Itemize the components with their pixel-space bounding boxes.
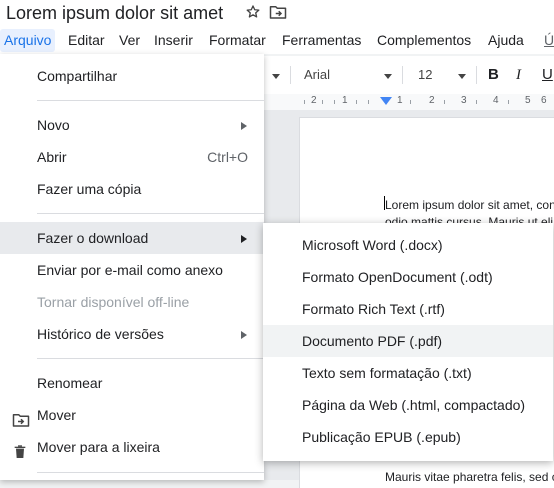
submenu-item-label: Página da Web (.html, compactado) <box>302 397 526 413</box>
ruler-tick <box>410 100 411 104</box>
menu-divider <box>37 358 264 359</box>
ruler-tick <box>356 100 357 104</box>
menu-arquivo[interactable]: Arquivo <box>0 29 56 52</box>
ruler-number: 6 <box>541 95 547 106</box>
toolbar-separator <box>476 66 477 84</box>
ruler-tick <box>322 100 323 104</box>
menu-item-share[interactable]: Compartilhar <box>0 60 264 92</box>
menu-item-download[interactable]: Fazer o download <box>0 222 264 254</box>
shortcut-label: Ctrl+O <box>207 149 248 165</box>
menu-item-label: Compartilhar <box>37 68 118 84</box>
ruler-number: 2 <box>429 95 435 106</box>
submenu-arrow-icon <box>241 331 247 339</box>
download-txt[interactable]: Texto sem formatação (.txt) <box>263 357 553 389</box>
ruler-tick <box>476 100 477 104</box>
menu-item-make-copy[interactable]: Fazer uma cópia <box>0 173 264 205</box>
menu-item-open[interactable]: Abrir Ctrl+O <box>0 141 264 173</box>
menu-bar: Arquivo Editar Ver Inserir Formatar Ferr… <box>0 28 554 54</box>
menu-item-label: Mover para a lixeira <box>37 439 160 455</box>
menu-item-label: Renomear <box>37 375 103 391</box>
menu-ver[interactable]: Ver <box>115 29 144 52</box>
toolbar-separator <box>290 66 291 84</box>
ruler-tick <box>304 100 305 104</box>
toolbar: Arial 12 B I U <box>264 56 554 95</box>
download-docx[interactable]: Microsoft Word (.docx) <box>263 229 553 261</box>
font-size-dropdown[interactable]: 12 <box>418 56 432 94</box>
menu-item-label: Fazer uma cópia <box>37 181 142 197</box>
file-menu: Compartilhar Novo Abrir Ctrl+O Fazer uma… <box>0 54 264 480</box>
submenu-item-label: Texto sem formatação (.txt) <box>302 365 472 381</box>
underline-button[interactable]: U <box>542 56 553 94</box>
download-html[interactable]: Página da Web (.html, compactado) <box>263 389 553 421</box>
menu-item-email-attachment[interactable]: Enviar por e-mail como anexo <box>0 254 264 286</box>
submenu-item-label: Publicação EPUB (.epub) <box>302 429 461 445</box>
font-dropdown[interactable]: Arial <box>304 56 330 94</box>
menu-item-version-history[interactable]: Histórico de versões <box>0 318 264 350</box>
download-rtf[interactable]: Formato Rich Text (.rtf) <box>263 293 553 325</box>
indent-marker[interactable] <box>380 97 392 105</box>
menu-ferramentas[interactable]: Ferramentas <box>278 29 365 52</box>
trash-icon <box>12 439 28 471</box>
paragraph-line: Lorem ipsum dolor sit amet, con <box>385 198 554 212</box>
download-pdf[interactable]: Documento PDF (.pdf) <box>263 325 553 357</box>
menu-item-trash[interactable]: Mover para a lixeira <box>0 431 264 463</box>
paragraph-line: Mauris vitae pharetra felis, sed c <box>385 470 554 484</box>
menu-ajuda[interactable]: Ajuda <box>484 29 528 52</box>
document-title[interactable]: Lorem ipsum dolor sit amet <box>6 3 223 24</box>
font-dropdown-caret[interactable] <box>384 56 392 94</box>
title-bar: Lorem ipsum dolor sit amet <box>0 0 554 30</box>
ruler-tick <box>334 100 335 104</box>
submenu-arrow-icon <box>241 122 247 130</box>
menu-divider <box>37 100 264 101</box>
ruler[interactable]: 2 1 1 2 3 4 5 6 <box>264 94 554 111</box>
menu-item-move[interactable]: Mover <box>0 399 264 431</box>
menu-item-label: Histórico de versões <box>37 326 164 342</box>
ruler-number: 1 <box>342 95 348 106</box>
menu-item-label: Novo <box>37 117 70 133</box>
ruler-number: 2 <box>311 95 317 106</box>
menu-item-label: Enviar por e-mail como anexo <box>37 262 223 278</box>
download-epub[interactable]: Publicação EPUB (.epub) <box>263 421 553 453</box>
ruler-number: 4 <box>493 95 499 106</box>
submenu-item-label: Microsoft Word (.docx) <box>302 237 443 253</box>
menu-item-label: Mover <box>37 407 76 423</box>
ruler-tick <box>508 100 509 104</box>
menu-editar[interactable]: Editar <box>64 29 109 52</box>
menu-inserir[interactable]: Inserir <box>150 29 197 52</box>
ruler-tick <box>368 100 369 104</box>
download-submenu: Microsoft Word (.docx) Formato OpenDocum… <box>263 223 553 461</box>
menu-formatar[interactable]: Formatar <box>205 29 270 52</box>
ruler-number: 1 <box>397 95 403 106</box>
toolbar-separator <box>402 66 403 84</box>
font-size-caret[interactable] <box>458 56 466 94</box>
ruler-number: 3 <box>461 95 467 106</box>
menu-divider <box>37 213 264 214</box>
submenu-arrow-icon <box>241 235 247 243</box>
submenu-item-label: Formato Rich Text (.rtf) <box>302 301 445 317</box>
italic-button[interactable]: I <box>516 56 521 94</box>
ruler-number: 5 <box>525 95 531 106</box>
menu-item-make-offline: Tornar disponível off-line <box>0 286 264 318</box>
submenu-item-label: Documento PDF (.pdf) <box>302 333 443 349</box>
menu-item-label: Abrir <box>37 149 67 165</box>
move-folder-icon[interactable] <box>269 4 287 20</box>
menu-item-label: Tornar disponível off-line <box>37 294 190 310</box>
styles-dropdown-caret[interactable] <box>272 56 280 94</box>
menu-item-new[interactable]: Novo <box>0 109 264 141</box>
ruler-tick <box>444 100 445 104</box>
menu-divider <box>37 472 264 473</box>
star-icon[interactable] <box>245 4 261 20</box>
menu-item-rename[interactable]: Renomear <box>0 367 264 399</box>
menu-last-edit[interactable]: Ú <box>540 29 554 52</box>
menu-item-label: Fazer o download <box>37 230 149 246</box>
menu-complementos[interactable]: Complementos <box>373 29 475 52</box>
submenu-item-label: Formato OpenDocument (.odt) <box>302 269 493 285</box>
bold-button[interactable]: B <box>488 56 499 94</box>
download-odt[interactable]: Formato OpenDocument (.odt) <box>263 261 553 293</box>
